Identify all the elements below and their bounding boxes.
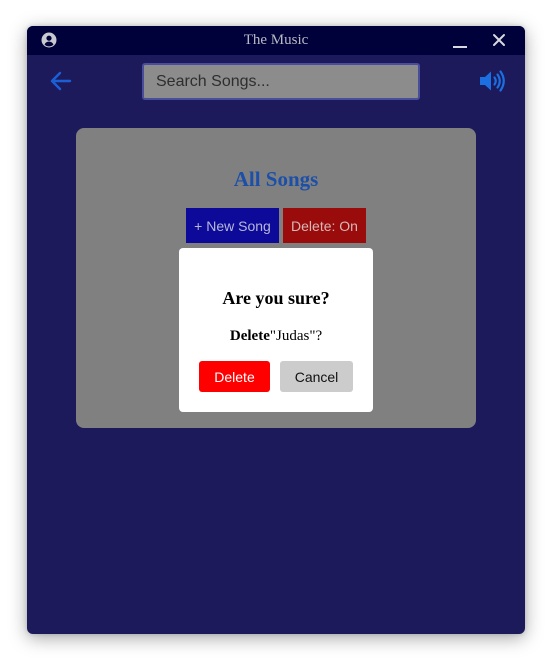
close-icon[interactable] <box>490 31 508 49</box>
dialog-message: Delete"Judas"? <box>179 328 373 345</box>
confirm-delete-dialog: Are you sure? Delete"Judas"? Delete Canc… <box>179 248 373 412</box>
minimize-icon[interactable] <box>450 32 470 50</box>
new-song-button[interactable]: + New Song <box>186 208 279 243</box>
dialog-message-verb: Delete <box>229 328 270 344</box>
cancel-button[interactable]: Cancel <box>280 361 353 392</box>
delete-mode-toggle-button[interactable]: Delete: On <box>283 208 366 243</box>
volume-high-icon[interactable] <box>478 69 506 93</box>
dialog-title: Are you sure? <box>222 288 330 308</box>
dialog-message-target: "Judas"? <box>269 328 323 344</box>
confirm-delete-button[interactable]: Delete <box>199 361 270 392</box>
search-input[interactable] <box>142 63 420 100</box>
title-bar: The Music <box>27 26 525 55</box>
app-window: The Music All Songs + New Song Delete: O… <box>27 26 525 634</box>
arrow-left-icon[interactable] <box>49 70 73 92</box>
panel-title: All Songs <box>233 167 319 191</box>
